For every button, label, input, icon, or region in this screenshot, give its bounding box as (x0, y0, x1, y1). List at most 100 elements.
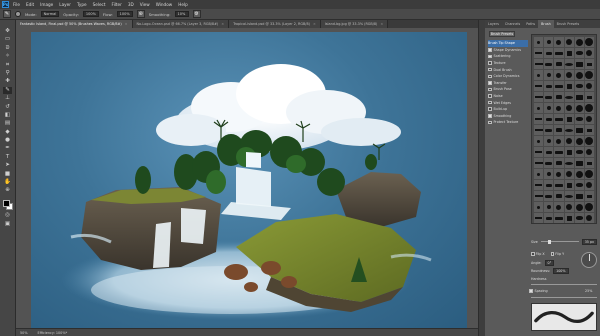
opacity-field[interactable]: 100% (82, 11, 99, 17)
brush-tip[interactable] (534, 59, 544, 69)
foreground-color[interactable] (2, 199, 10, 207)
settings-gear-icon[interactable]: ⚙ (192, 10, 201, 18)
brush-tip[interactable] (564, 202, 574, 212)
brush-tip[interactable] (534, 70, 544, 80)
brush-tip[interactable] (534, 92, 544, 102)
smoothing-field[interactable]: 10% (174, 11, 189, 17)
brush-tip[interactable] (584, 92, 594, 102)
brush-tip[interactable] (564, 70, 574, 80)
lasso-icon[interactable]: ᘐ (3, 45, 12, 52)
flip-x-checkbox[interactable]: Flip X (531, 252, 545, 256)
brush-tip[interactable] (554, 136, 564, 146)
brush-tip[interactable] (554, 125, 564, 135)
brush-tip[interactable] (554, 202, 564, 212)
brush-tip[interactable] (534, 180, 544, 190)
menu-file[interactable]: File (13, 2, 20, 7)
brush-tip[interactable] (564, 125, 574, 135)
brush-tip[interactable] (534, 37, 544, 47)
gradient-icon[interactable]: ▤ (3, 120, 12, 127)
brush-tip[interactable] (584, 59, 594, 69)
brush-tip[interactable] (534, 81, 544, 91)
brush-tip[interactable] (584, 70, 594, 80)
brush-tip[interactable] (564, 213, 574, 223)
brush-tip[interactable] (554, 37, 564, 47)
brush-tip[interactable] (544, 70, 554, 80)
tab-layers[interactable]: Layers (485, 20, 502, 28)
brush-tip[interactable] (574, 114, 584, 124)
brush-tip[interactable] (554, 103, 564, 113)
brush-tip[interactable] (544, 125, 554, 135)
crop-icon[interactable]: ⌗ (3, 62, 12, 69)
brush-tip[interactable] (534, 191, 544, 201)
brush-tip[interactable] (574, 147, 584, 157)
menu-view[interactable]: View (140, 2, 150, 7)
brush-tip[interactable] (584, 136, 594, 146)
close-icon[interactable]: × (380, 22, 383, 26)
checkbox[interactable] (488, 114, 492, 118)
brush-tip[interactable] (584, 191, 594, 201)
brush-tip[interactable] (554, 147, 564, 157)
history-brush-icon[interactable]: ↺ (3, 104, 12, 111)
brush-tip[interactable] (564, 103, 574, 113)
brush-tip[interactable] (584, 202, 594, 212)
spacing-slider[interactable] (531, 297, 597, 298)
close-icon[interactable]: × (221, 22, 224, 26)
tab-brush[interactable]: Brush (538, 20, 554, 28)
option-color-dynamics[interactable]: Color Dynamics (488, 73, 528, 80)
brush-tip[interactable] (574, 37, 584, 47)
brush-tip[interactable] (534, 48, 544, 58)
tab-tropical-island[interactable]: Tropical-island.psd @ 33.3% (Layer 2, RG… (229, 20, 321, 28)
brush-tip[interactable] (564, 147, 574, 157)
brush-tip[interactable] (544, 202, 554, 212)
brush-tip[interactable] (574, 202, 584, 212)
brush-tip[interactable] (554, 169, 564, 179)
brush-tip[interactable] (554, 81, 564, 91)
brush-tip[interactable] (544, 136, 554, 146)
tab-paths[interactable]: Paths (523, 20, 538, 28)
brush-icon[interactable]: ✎ (3, 86, 12, 94)
brush-tip[interactable] (554, 191, 564, 201)
brush-presets-button[interactable]: Brush Presets (489, 31, 515, 37)
brush-tip[interactable] (534, 213, 544, 223)
brush-tip[interactable] (564, 114, 574, 124)
brush-tip[interactable] (534, 103, 544, 113)
brush-tip[interactable] (574, 213, 584, 223)
brush-tip[interactable] (544, 92, 554, 102)
brush-tip[interactable] (554, 213, 564, 223)
hand-icon[interactable]: ✋ (3, 179, 12, 186)
brush-tip[interactable] (564, 158, 574, 168)
brush-tip[interactable] (544, 81, 554, 91)
brush-tip[interactable] (534, 158, 544, 168)
menu-image[interactable]: Image (40, 2, 53, 7)
eraser-icon[interactable]: ◧ (3, 112, 12, 119)
brush-tip[interactable] (564, 37, 574, 47)
close-icon[interactable]: × (313, 22, 316, 26)
menu-filter[interactable]: Filter (111, 2, 121, 7)
spacing-checkbox[interactable] (529, 289, 533, 293)
close-icon[interactable]: × (125, 22, 128, 26)
brush-tip[interactable] (584, 103, 594, 113)
path-select-icon[interactable]: ➤ (3, 162, 12, 169)
checkbox[interactable] (488, 74, 492, 79)
brush-tip[interactable] (544, 103, 554, 113)
menu-type[interactable]: Type (77, 2, 87, 7)
flow-field[interactable]: 100% (116, 11, 133, 17)
roundness-field[interactable]: 100% (553, 268, 569, 274)
brush-tip[interactable] (584, 37, 594, 47)
option-dual-brush[interactable]: Dual Brush (488, 66, 528, 73)
brush-tip[interactable] (534, 136, 544, 146)
brush-tip[interactable] (584, 158, 594, 168)
brush-tip[interactable] (564, 169, 574, 179)
option-build-up[interactable]: Build-up (488, 106, 528, 113)
healing-icon[interactable]: ✚ (3, 78, 12, 85)
brush-tip[interactable] (544, 169, 554, 179)
brush-tip[interactable] (564, 59, 574, 69)
zoom-icon[interactable]: ⊕ (3, 187, 12, 194)
mode-select[interactable]: Normal (40, 11, 60, 17)
brush-tip[interactable] (584, 213, 594, 223)
brush-tip[interactable] (554, 158, 564, 168)
option-brush-pose[interactable]: Brush Pose (488, 86, 528, 93)
brush-tip[interactable] (574, 81, 584, 91)
document-canvas[interactable] (31, 32, 467, 328)
brush-tip[interactable] (544, 158, 554, 168)
